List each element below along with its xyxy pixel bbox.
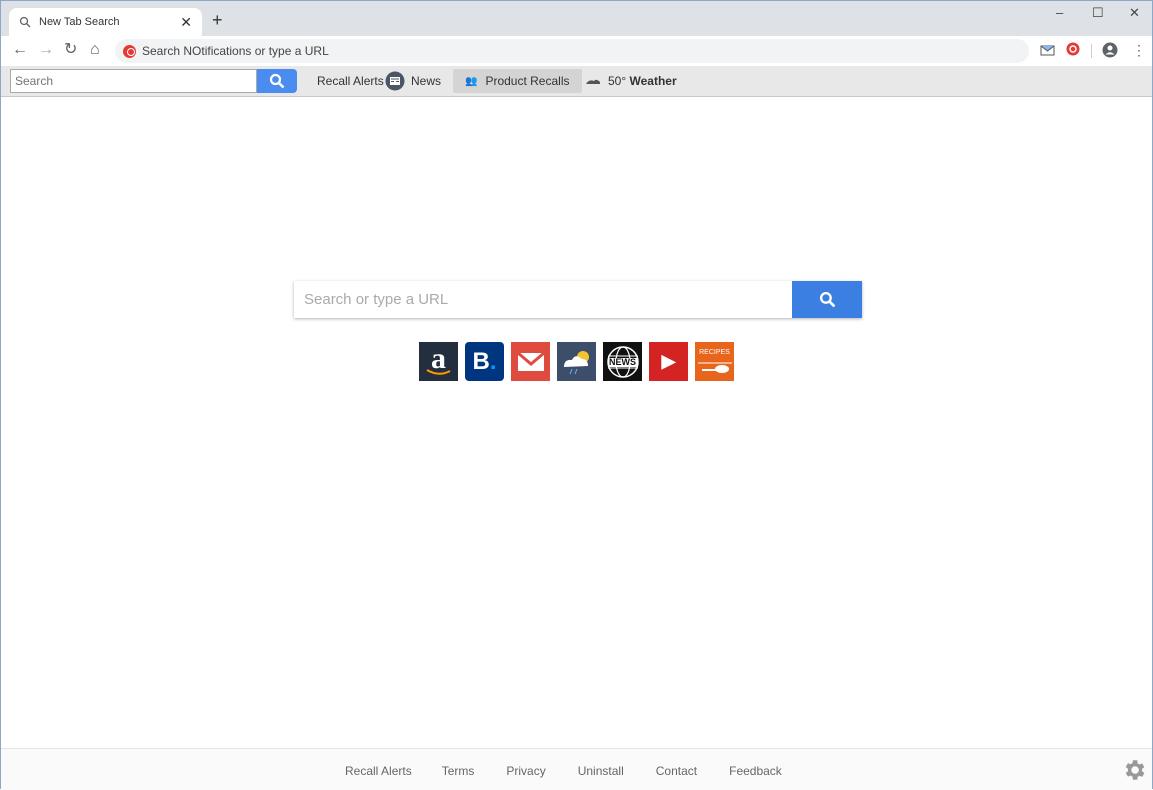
toolbar-recall-alerts-link[interactable]: Recall Alerts: [317, 66, 384, 96]
weather-tile[interactable]: [557, 342, 596, 381]
forward-icon[interactable]: →: [38, 42, 54, 58]
booking-tile[interactable]: B.: [465, 342, 504, 381]
profile-icon[interactable]: [1102, 42, 1118, 58]
youtube-tile[interactable]: ▶: [649, 342, 688, 381]
cloud-icon: [586, 79, 600, 84]
maximize-button[interactable]: ☐: [1092, 5, 1104, 21]
main-search-button[interactable]: [792, 281, 862, 318]
weather-temp: 50°: [608, 74, 627, 88]
play-icon: ▶: [661, 351, 676, 371]
close-window-button[interactable]: ✕: [1129, 5, 1140, 21]
reload-icon[interactable]: ↻: [64, 42, 77, 58]
footer-link-recall-alerts[interactable]: Recall Alerts: [345, 764, 412, 778]
tab-strip: New Tab Search ✕ + – ☐ ✕: [1, 1, 1152, 36]
address-placeholder: Search NOtifications or type a URL: [142, 44, 329, 58]
toolbar-search-input[interactable]: [10, 69, 257, 93]
product-recalls-label: Product Recalls: [485, 74, 570, 88]
menu-icon[interactable]: ⋮: [1132, 42, 1146, 58]
footer: Recall Alerts Terms Privacy Uninstall Co…: [1, 748, 1152, 790]
back-icon[interactable]: ←: [12, 42, 28, 58]
news-tile-label: NEWS: [609, 357, 636, 367]
weather-icon: [563, 350, 589, 374]
weather-label: Weather: [629, 74, 677, 88]
footer-link-feedback[interactable]: Feedback: [729, 764, 782, 778]
spoon-icon: [697, 362, 732, 373]
search-icon: [19, 16, 31, 28]
minimize-button[interactable]: –: [1056, 5, 1063, 20]
recall-alerts-label: Recall Alerts: [317, 74, 384, 88]
divider: [1091, 44, 1092, 58]
footer-link-contact[interactable]: Contact: [656, 764, 697, 778]
close-tab-icon[interactable]: ✕: [180, 14, 192, 31]
amazon-smile: [426, 369, 451, 375]
extension-toolbar: Recall Alerts News 👥 Product Recalls 50°…: [1, 66, 1152, 97]
footer-links: Recall Alerts Terms Privacy Uninstall Co…: [345, 764, 782, 778]
footer-link-terms[interactable]: Terms: [442, 764, 475, 778]
news-tile[interactable]: NEWS: [603, 342, 642, 381]
tab-title: New Tab Search: [39, 16, 120, 28]
toolbar-weather-link[interactable]: 50° Weather: [584, 66, 677, 96]
search-icon: [269, 73, 285, 89]
extension-logo-icon: [123, 44, 136, 58]
recipes-label: RECIPES: [699, 349, 730, 356]
recipes-tile[interactable]: RECIPES: [695, 342, 734, 381]
toolbar-product-recalls-link[interactable]: 👥 Product Recalls: [453, 69, 582, 93]
gmail-tile[interactable]: [511, 342, 550, 381]
amazon-tile[interactable]: a: [419, 342, 458, 381]
navigation-bar: ← → ↻ ⌂ Search NOtifications or type a U…: [1, 36, 1152, 66]
footer-link-privacy[interactable]: Privacy: [506, 764, 545, 778]
quick-links: a B. NEWS ▶ RECIPES: [419, 342, 734, 381]
tab-new-tab-search[interactable]: New Tab Search ✕: [9, 8, 202, 36]
search-icon: [819, 291, 835, 308]
main-search-input[interactable]: [294, 281, 792, 318]
footer-link-uninstall[interactable]: Uninstall: [578, 764, 624, 778]
main-search-box: [294, 281, 862, 318]
address-bar[interactable]: Search NOtifications or type a URL: [115, 39, 1029, 63]
mail-extension-icon[interactable]: [1040, 42, 1055, 56]
gmail-icon: [516, 351, 545, 371]
toolbar-search-button[interactable]: [257, 69, 297, 93]
home-icon[interactable]: ⌂: [90, 42, 100, 58]
notification-extension-icon[interactable]: [1066, 42, 1080, 56]
toolbar-news-link[interactable]: News: [385, 66, 441, 96]
news-label: News: [411, 74, 442, 88]
news-icon: [385, 71, 405, 91]
gear-icon[interactable]: [1121, 757, 1147, 783]
people-icon: 👥: [465, 75, 478, 87]
new-tab-button[interactable]: +: [212, 10, 223, 31]
booking-icon: B.: [472, 347, 497, 375]
